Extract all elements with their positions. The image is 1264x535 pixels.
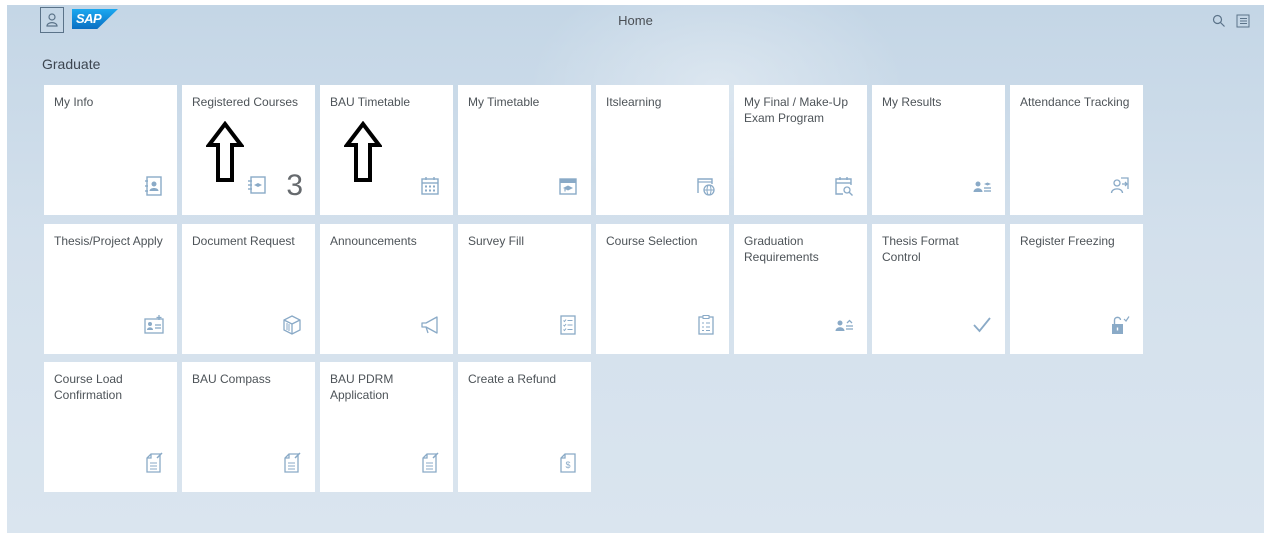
tile-label: Graduation Requirements <box>744 234 819 264</box>
tile-label: Document Request <box>192 234 295 248</box>
tile-label: Survey Fill <box>468 234 525 248</box>
tile-label: Register Freezing <box>1020 234 1115 248</box>
money-document-icon: $ <box>557 452 579 474</box>
tile-itslearning[interactable]: Itslearning <box>596 85 729 215</box>
tile-label: My Info <box>54 95 94 109</box>
tile-attendance-tracking[interactable]: Attendance Tracking <box>1010 85 1143 215</box>
tile-label: Registered Courses <box>192 95 299 109</box>
tile-counter: 3 <box>286 169 303 202</box>
svg-text:$: $ <box>565 460 570 470</box>
tile-label: Course Selection <box>606 234 698 248</box>
tile-label: BAU Compass <box>192 372 271 386</box>
tile-create-refund[interactable]: Create a Refund $ <box>458 362 591 492</box>
edit-document-icon <box>419 452 441 474</box>
checklist-icon <box>557 314 579 336</box>
launchpad: SAP Home Graduate My Info Registered Cou… <box>7 5 1264 533</box>
tile-my-timetable[interactable]: My Timetable <box>458 85 591 215</box>
group-title: Graduate <box>42 56 101 72</box>
employee-result-icon <box>971 175 993 197</box>
tile-bau-pdrm-application[interactable]: BAU PDRM Application <box>320 362 453 492</box>
tile-label: BAU Timetable <box>330 95 411 109</box>
tile-bau-timetable[interactable]: BAU Timetable <box>320 85 453 215</box>
tile-label: Announcements <box>330 234 417 248</box>
tile-label: Thesis/Project Apply <box>54 234 163 248</box>
contact-card-icon <box>143 175 165 197</box>
up-arrow-annotation <box>206 121 244 182</box>
tile-thesis-format-control[interactable]: Thesis Format Control <box>872 224 1005 354</box>
tile-survey-fill[interactable]: Survey Fill <box>458 224 591 354</box>
tile-label: BAU PDRM Application <box>330 372 394 402</box>
course-book-icon <box>246 174 268 196</box>
tile-label: My Results <box>882 95 942 109</box>
tile-thesis-project-apply[interactable]: Thesis/Project Apply <box>44 224 177 354</box>
tile-label: Itslearning <box>606 95 662 109</box>
education-calendar-icon <box>557 175 579 197</box>
menu-icon[interactable] <box>1236 14 1250 28</box>
calendar-icon <box>419 175 441 197</box>
tile-label: Course Load Confirmation <box>54 372 123 402</box>
tile-exam-program[interactable]: My Final / Make-Up Exam Program <box>734 85 867 215</box>
employee-requirements-icon <box>833 314 855 336</box>
add-contact-card-icon <box>143 314 165 336</box>
tile-my-info[interactable]: My Info <box>44 85 177 215</box>
tile-label: My Timetable <box>468 95 540 109</box>
tile-label: Thesis Format Control <box>882 234 959 264</box>
clipboard-icon <box>695 314 717 336</box>
user-transfer-icon <box>1109 175 1131 197</box>
megaphone-icon <box>419 314 441 336</box>
tile-register-freezing[interactable]: Register Freezing <box>1010 224 1143 354</box>
tile-course-selection[interactable]: Course Selection <box>596 224 729 354</box>
checkmark-icon <box>971 314 993 336</box>
tile-my-results[interactable]: My Results <box>872 85 1005 215</box>
search-icon[interactable] <box>1212 14 1226 28</box>
tile-label: My Final / Make-Up Exam Program <box>744 95 849 125</box>
web-calendar-icon <box>695 175 717 197</box>
product-box-icon <box>281 314 303 336</box>
up-arrow-annotation <box>344 121 382 182</box>
calendar-search-icon <box>833 175 855 197</box>
tile-label: Attendance Tracking <box>1020 95 1130 109</box>
page-title: Home <box>618 13 653 28</box>
tile-announcements[interactable]: Announcements <box>320 224 453 354</box>
edit-document-icon <box>143 452 165 474</box>
edit-document-icon <box>281 452 303 474</box>
shell-bar: SAP Home <box>7 5 1264 39</box>
tile-bau-compass[interactable]: BAU Compass <box>182 362 315 492</box>
tile-course-load-confirmation[interactable]: Course Load Confirmation <box>44 362 177 492</box>
tile-graduation-requirements[interactable]: Graduation Requirements <box>734 224 867 354</box>
tile-document-request[interactable]: Document Request <box>182 224 315 354</box>
tile-registered-courses[interactable]: Registered Courses 3 <box>182 85 315 215</box>
unlock-check-icon <box>1109 314 1131 336</box>
tile-label: Create a Refund <box>468 372 557 386</box>
